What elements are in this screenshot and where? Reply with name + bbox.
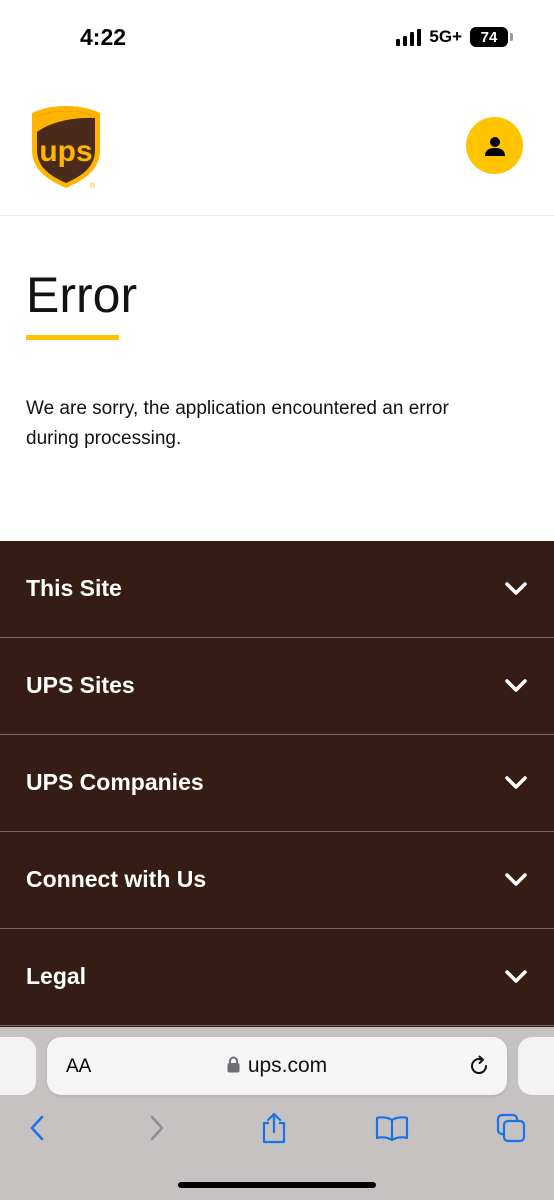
user-icon	[484, 136, 505, 156]
forward-button[interactable]	[140, 1111, 174, 1145]
footer-item-ups-sites[interactable]: UPS Sites	[0, 638, 554, 735]
battery-icon: 74	[470, 27, 513, 47]
main-content: Error We are sorry, the application enco…	[0, 216, 554, 541]
share-button[interactable]	[257, 1111, 291, 1145]
back-icon	[30, 1115, 44, 1141]
footer-item-label: This Site	[26, 575, 122, 601]
page-title: Error	[26, 267, 138, 323]
browser-toolbar	[0, 1107, 554, 1157]
battery-level: 74	[480, 28, 498, 46]
ups-shield-logo-icon: ups ®	[32, 106, 100, 190]
title-underline	[26, 335, 119, 340]
footer-accordion: This Site UPS Sites UPS Companies Connec…	[0, 541, 554, 1031]
browser-bottom-bar: AA ups.com	[0, 1027, 554, 1200]
footer-item-label: Legal	[26, 963, 87, 989]
previous-tab-peek[interactable]	[0, 1037, 36, 1095]
chevron-down-icon	[505, 873, 527, 886]
account-button[interactable]	[466, 117, 523, 174]
tabs-button[interactable]	[494, 1111, 528, 1145]
url-text: ups.com	[247, 1054, 328, 1077]
ups-logo[interactable]: ups ®	[30, 104, 102, 190]
share-icon	[262, 1112, 286, 1144]
cellular-signal-icon	[396, 28, 422, 46]
footer-item-this-site[interactable]: This Site	[0, 541, 554, 638]
site-header: ups ®	[0, 76, 554, 216]
footer-item-label: UPS Sites	[26, 672, 135, 698]
address-bar[interactable]: AA ups.com	[47, 1037, 507, 1095]
reload-icon[interactable]	[467, 1054, 491, 1078]
next-tab-peek[interactable]	[518, 1037, 554, 1095]
footer-item-connect-with-us[interactable]: Connect with Us	[0, 832, 554, 929]
lock-icon	[227, 1056, 240, 1073]
status-bar: 4:22 5G+ 74	[0, 0, 554, 76]
chevron-down-icon	[505, 776, 527, 789]
forward-icon	[150, 1115, 164, 1141]
footer-item-label: UPS Companies	[26, 769, 204, 795]
footer-item-label: Connect with Us	[26, 866, 207, 892]
home-indicator	[178, 1182, 376, 1188]
footer-item-ups-companies[interactable]: UPS Companies	[0, 735, 554, 832]
status-indicators: 5G+ 74	[396, 27, 513, 47]
chevron-down-icon	[505, 582, 527, 595]
svg-text:®: ®	[90, 182, 96, 190]
svg-text:ups: ups	[39, 135, 92, 168]
error-message: We are sorry, the application encountere…	[26, 398, 449, 449]
footer-item-legal[interactable]: Legal	[0, 929, 554, 1026]
chevron-down-icon	[505, 679, 527, 692]
url-display[interactable]: ups.com	[47, 1054, 507, 1078]
bookmarks-icon	[375, 1116, 409, 1142]
status-time: 4:22	[80, 24, 127, 50]
back-button[interactable]	[20, 1111, 54, 1145]
chevron-down-icon	[505, 970, 527, 983]
bookmarks-button[interactable]	[375, 1111, 409, 1145]
tabs-icon	[496, 1113, 526, 1143]
network-type: 5G+	[429, 27, 462, 46]
